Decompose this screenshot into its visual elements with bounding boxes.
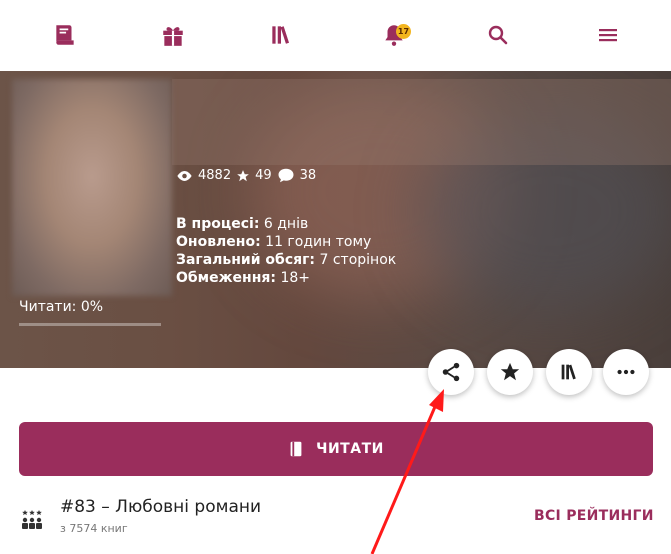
meta-label: Оновлено: [176, 234, 261, 250]
read-button-label: ЧИТАТИ [316, 441, 384, 457]
meta-value: 18+ [280, 270, 310, 286]
star-icon [500, 362, 520, 381]
library-icon[interactable] [264, 18, 298, 52]
book-header: 4882 49 38 В процесі: 6 днів Оновлено: 1… [0, 71, 671, 368]
meta-row: В процесі: 6 днів [176, 215, 396, 233]
header-band [172, 79, 671, 165]
book-icon[interactable] [48, 18, 82, 52]
meta-row: Оновлено: 11 годин тому [176, 233, 396, 251]
more-options-button[interactable] [603, 349, 649, 395]
book-icon [290, 441, 302, 457]
search-icon[interactable] [481, 18, 515, 52]
meta-row: Загальний обсяг: 7 сторінок [176, 251, 396, 269]
meta-label: В процесі: [176, 216, 260, 232]
all-ratings-link[interactable]: ВСІ РЕЙТИНГИ [534, 508, 654, 524]
meta-value: 6 днів [263, 216, 309, 232]
favorite-button[interactable] [487, 349, 533, 395]
read-progress-label: Читати: 0% [19, 299, 104, 315]
ranking-icon [22, 510, 42, 529]
star-icon [237, 169, 249, 181]
share-icon [442, 362, 460, 382]
comments-count: 38 [299, 168, 317, 183]
meta-label: Загальний обсяг: [176, 252, 316, 268]
ranking-title: #83 – Любовні романи [60, 497, 262, 517]
gift-icon[interactable] [156, 18, 190, 52]
notification-badge: 17 [396, 24, 411, 39]
stars-count: 49 [255, 168, 272, 183]
meta-row: Обмеження: 18+ [176, 269, 396, 287]
more-icon [617, 369, 635, 375]
eye-icon [177, 170, 192, 181]
book-cover[interactable] [12, 79, 172, 296]
ranking-subtitle: з 7574 книг [60, 522, 128, 535]
read-progress-bar [19, 323, 161, 326]
comment-icon [278, 168, 294, 183]
meta-value: 11 годин тому [265, 234, 372, 250]
meta-label: Обмеження: [176, 270, 276, 286]
book-meta: В процесі: 6 днів Оновлено: 11 годин том… [176, 215, 396, 287]
views-count: 4882 [198, 168, 232, 183]
top-navigation: 17 [0, 0, 671, 71]
menu-icon[interactable] [591, 18, 625, 52]
add-to-library-button[interactable] [546, 349, 592, 395]
book-stats: 4882 49 38 [176, 168, 316, 183]
read-button[interactable]: ЧИТАТИ [19, 422, 653, 476]
share-button[interactable] [428, 349, 474, 395]
meta-value: 7 сторінок [319, 252, 397, 268]
library-icon [561, 364, 576, 380]
notifications-bell-icon[interactable]: 17 [377, 18, 411, 52]
